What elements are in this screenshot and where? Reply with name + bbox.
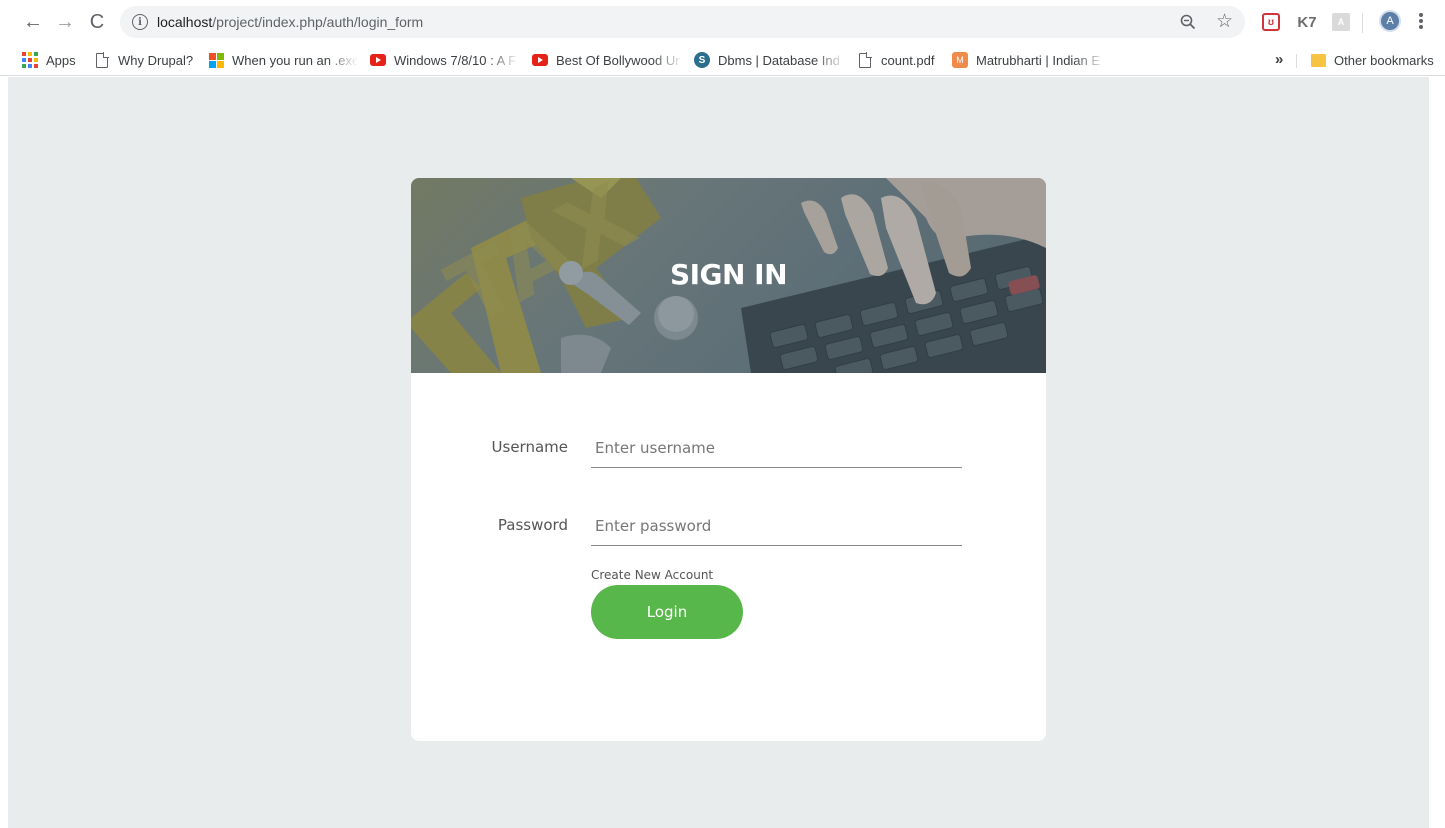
url-path: /project/index.php/auth/login_form (212, 14, 424, 30)
pdf-extension-icon[interactable]: A (1332, 13, 1350, 31)
forward-arrow-icon[interactable]: → (52, 9, 78, 35)
folder-icon (1310, 52, 1326, 68)
bookmark-windows[interactable]: Windows 7/8/10 : A F (370, 51, 519, 69)
bookmark-exe[interactable]: When you run an .exe (208, 51, 358, 69)
password-row: Password (411, 506, 1046, 546)
k7-extension-icon[interactable]: K7 (1296, 11, 1318, 33)
microsoft-icon (208, 52, 224, 68)
bookmark-why-drupal[interactable]: Why Drupal? (94, 51, 193, 69)
password-input[interactable] (591, 506, 962, 546)
matrubharti-icon: M (952, 52, 968, 68)
bookmarks-overflow-icon[interactable]: » (1275, 51, 1283, 68)
apps-grid-icon (22, 52, 38, 68)
bookmark-label: Dbms | Database Ind (718, 52, 840, 68)
page-title: SIGN IN (669, 258, 788, 291)
create-account-link[interactable]: Create New Account (591, 568, 713, 582)
password-label: Password (497, 516, 568, 534)
toolbar-divider (1362, 13, 1363, 33)
address-bar[interactable]: i localhost/project/index.php/auth/login… (120, 6, 1245, 38)
bookmark-label: count.pdf (881, 52, 935, 68)
bookmark-bollywood[interactable]: Best Of Bollywood Ur (532, 51, 684, 69)
pocket-extension-icon[interactable]: ʊ (1262, 13, 1280, 31)
login-card: TAX SIGN IN Username Enter username Pass… (411, 178, 1046, 741)
bookmark-label: Matrubharti | Indian E (976, 52, 1101, 68)
youtube-icon (532, 52, 548, 68)
bookmark-label: Apps (46, 52, 76, 68)
username-row: Username (411, 428, 1046, 468)
bookmark-label: Best Of Bollywood Ur (556, 52, 680, 68)
login-button[interactable]: Login (591, 585, 743, 639)
zoom-icon[interactable] (1179, 13, 1197, 31)
bookmark-dbms[interactable]: S Dbms | Database Ind (694, 51, 846, 69)
bookmark-star-icon[interactable]: ☆ (1216, 10, 1233, 33)
bookmark-count-pdf[interactable]: count.pdf (857, 51, 935, 69)
globe-icon: S (694, 52, 710, 68)
login-header-image: TAX SIGN IN (411, 178, 1046, 373)
bookmark-apps[interactable]: Apps (22, 51, 76, 69)
profile-avatar[interactable]: A (1379, 10, 1401, 32)
page-icon (857, 51, 873, 68)
page-icon (94, 51, 110, 68)
bookmarks-bar: Apps Why Drupal? When you run an .exe Wi… (0, 44, 1445, 76)
bookmark-other[interactable]: Other bookmarks (1310, 51, 1440, 69)
bookmark-label: When you run an .exe (232, 52, 358, 68)
bookmark-label: Why Drupal? (118, 52, 194, 68)
menu-kebab-icon[interactable] (1416, 10, 1426, 32)
bookmarks-divider (1296, 54, 1297, 68)
bookmark-matrubharti[interactable]: M Matrubharti | Indian E (952, 51, 1106, 69)
info-icon[interactable]: i (132, 14, 148, 30)
back-arrow-icon[interactable]: ← (20, 9, 46, 35)
username-label: Username (491, 438, 568, 456)
bookmark-label: Other bookmarks (1334, 52, 1434, 68)
browser-toolbar: ← → C i localhost/project/index.php/auth… (0, 0, 1445, 44)
youtube-icon (370, 52, 386, 68)
username-input[interactable] (591, 428, 962, 468)
bookmark-label: Windows 7/8/10 : A F (394, 52, 517, 68)
reload-icon[interactable]: C (84, 9, 110, 35)
url-text[interactable]: localhost/project/index.php/auth/login_f… (157, 14, 423, 30)
url-host: localhost (157, 14, 213, 30)
